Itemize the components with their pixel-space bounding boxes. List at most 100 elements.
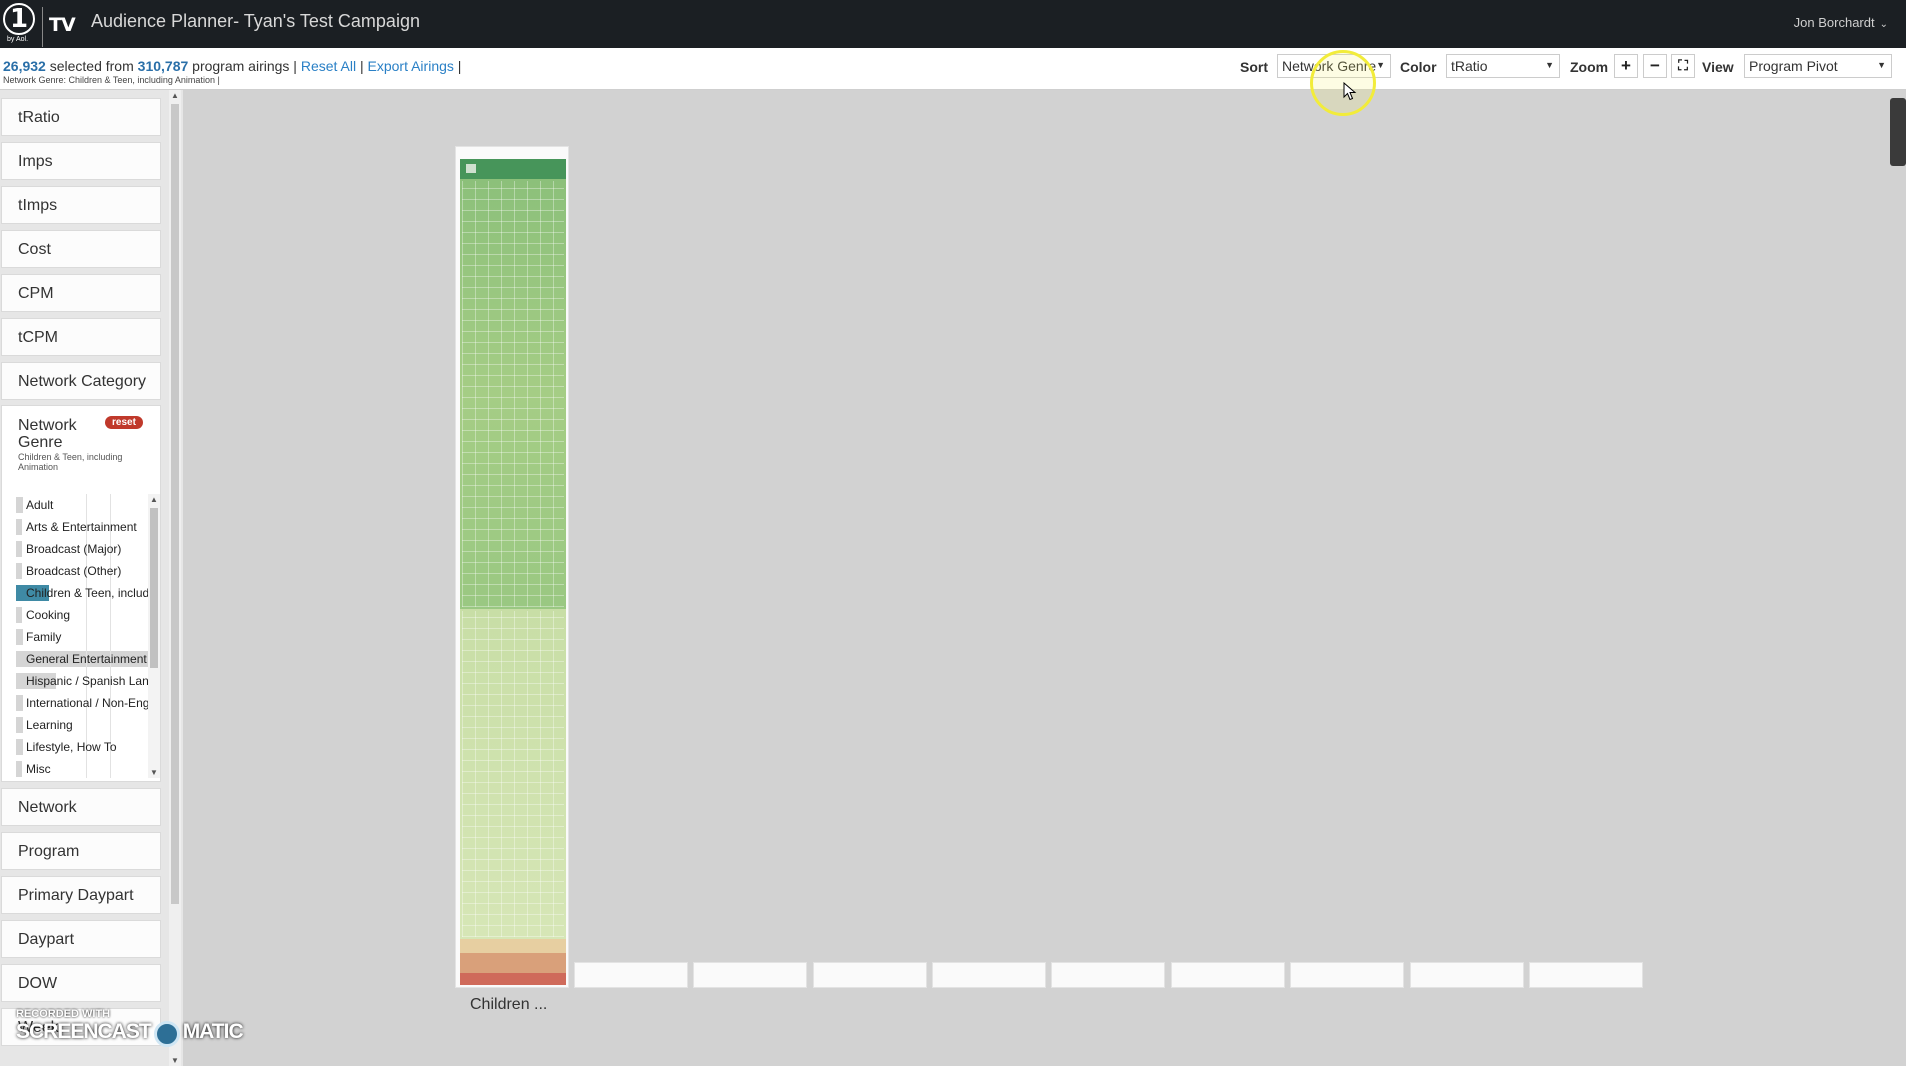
program-tiles-high[interactable] (460, 179, 566, 609)
genre-share-bar (16, 563, 22, 579)
program-tiles-lower[interactable] (460, 953, 566, 973)
sidebar-item-label: Week (18, 1019, 59, 1036)
selected-count: 26,932 (3, 58, 46, 74)
sidebar-scrollbar[interactable]: ▲ ▼ (169, 90, 181, 1066)
zoom-in-button[interactable]: + (1614, 54, 1638, 78)
genre-option[interactable]: Broadcast (Other) (16, 560, 148, 582)
tile-grid (462, 611, 564, 937)
view-label: View (1702, 59, 1734, 75)
genre-option[interactable]: Misc (16, 758, 148, 778)
genre-list-scrollbar[interactable]: ▲ ▼ (148, 494, 160, 778)
grid-line (86, 758, 87, 778)
canvas-scrollbar-thumb[interactable] (1890, 98, 1906, 166)
sort-value: Network Genre (1282, 58, 1377, 74)
genre-share-bar (16, 739, 23, 755)
genre-option[interactable]: Arts & Entertainment (16, 516, 148, 538)
view-select[interactable]: Program Pivot ▼ (1744, 54, 1892, 78)
export-airings-link[interactable]: Export Airings (368, 58, 454, 74)
genre-option-label: General Entertainment (26, 652, 147, 666)
empty-genre-column[interactable] (1410, 962, 1524, 988)
genre-option[interactable]: Cooking (16, 604, 148, 626)
empty-genre-column[interactable] (693, 962, 807, 988)
program-tiles-low[interactable] (460, 939, 566, 953)
sidebar-item-imps[interactable]: Imps (1, 142, 161, 180)
scroll-down-icon[interactable]: ▼ (171, 1056, 179, 1065)
dropdown-arrow-icon: ▼ (1877, 60, 1886, 70)
color-value: tRatio (1451, 58, 1488, 74)
dropdown-arrow-icon: ▼ (1545, 60, 1554, 70)
genre-share-bar (16, 607, 22, 623)
genre-option-label: Children & Teen, including Animation (26, 586, 148, 600)
sidebar-item-daypart[interactable]: Daypart (1, 920, 161, 958)
filter-title[interactable]: Network Genre (18, 417, 98, 451)
empty-genre-column[interactable] (574, 962, 688, 988)
empty-genre-column[interactable] (1529, 962, 1643, 988)
sidebar-item-week[interactable]: Week (1, 1008, 161, 1046)
genre-option[interactable]: General Entertainment (16, 648, 148, 670)
sidebar-item-program[interactable]: Program (1, 832, 161, 870)
sidebar-item-cost[interactable]: Cost (1, 230, 161, 268)
genre-share-bar (16, 695, 23, 711)
reset-all-link[interactable]: Reset All (301, 58, 356, 74)
scroll-up-icon[interactable]: ▲ (171, 91, 179, 100)
minus-icon: − (1650, 56, 1660, 75)
collapse-icon[interactable] (466, 164, 476, 173)
program-tiles-lowest[interactable] (460, 973, 566, 985)
empty-genre-column[interactable] (813, 962, 927, 988)
sidebar-item-label: tRatio (18, 109, 60, 126)
genre-option[interactable]: Adult (16, 494, 148, 516)
color-select[interactable]: tRatio ▼ (1446, 54, 1560, 78)
empty-genre-column[interactable] (1171, 962, 1285, 988)
empty-genre-column[interactable] (1290, 962, 1404, 988)
sidebar-item-tratio[interactable]: tRatio (1, 98, 161, 136)
scroll-up-icon[interactable]: ▲ (150, 495, 158, 504)
genre-option[interactable]: Learning (16, 714, 148, 736)
scroll-down-icon[interactable]: ▼ (150, 768, 158, 777)
user-menu[interactable]: Jon Borchardt ⌄ (1794, 15, 1888, 30)
genre-option[interactable]: Family (16, 626, 148, 648)
scrollbar-thumb[interactable] (150, 508, 158, 668)
reset-filter-button[interactable]: reset (105, 416, 143, 429)
fullscreen-button[interactable]: ⛶ (1671, 54, 1695, 78)
grid-line (86, 714, 87, 736)
sort-select[interactable]: Network Genre ▼ (1277, 54, 1391, 78)
sidebar-item-label: Network Category (18, 373, 147, 390)
genre-share-bar (16, 541, 22, 557)
grid-line (86, 494, 87, 516)
sidebar-item-timps[interactable]: tImps (1, 186, 161, 224)
sidebar-item-dow[interactable]: DOW (1, 964, 161, 1002)
top-bar: 1 by Aol. TV Audience Planner- Tyan's Te… (0, 0, 1906, 48)
genre-option[interactable]: Hispanic / Spanish Language (16, 670, 148, 692)
genre-option[interactable]: Children & Teen, including Animation (16, 582, 148, 604)
sidebar-item-primary-daypart[interactable]: Primary Daypart (1, 876, 161, 914)
sidebar-item-network[interactable]: Network (1, 788, 161, 826)
column-header-tile[interactable] (460, 159, 566, 179)
column-label: Children ... (470, 996, 548, 1013)
app-title: Audience Planner- Tyan's Test Campaign (91, 11, 420, 31)
zoom-out-button[interactable]: − (1643, 54, 1667, 78)
genre-option[interactable]: International / Non-English (16, 692, 148, 714)
genre-option-label: Lifestyle, How To (26, 740, 117, 754)
logo-byline: by Aol. (7, 36, 29, 43)
dropdown-arrow-icon: ▼ (1376, 60, 1385, 70)
program-tiles-mid[interactable] (460, 609, 566, 939)
app-logo[interactable]: 1 by Aol. TV (3, 3, 76, 47)
scrollbar-thumb[interactable] (171, 104, 179, 904)
genre-column-children[interactable] (455, 146, 569, 988)
genre-option-label: International / Non-English (26, 696, 148, 710)
genre-option[interactable]: Broadcast (Major) (16, 538, 148, 560)
grid-line (110, 494, 111, 516)
sidebar-item-tcpm[interactable]: tCPM (1, 318, 161, 356)
pivot-canvas: Children ... (183, 90, 1906, 1066)
empty-genre-column[interactable] (932, 962, 1046, 988)
zoom-label: Zoom (1570, 59, 1609, 75)
grid-line (110, 714, 111, 736)
network-genre-filter: Network Genre reset Children & Teen, inc… (1, 405, 161, 782)
genre-option[interactable]: Lifestyle, How To (16, 736, 148, 758)
empty-genre-column[interactable] (1051, 962, 1165, 988)
sidebar-item-label: DOW (18, 975, 58, 992)
sidebar-item-label: CPM (18, 285, 54, 302)
selected-text: selected from (45, 58, 138, 74)
sidebar-item-cpm[interactable]: CPM (1, 274, 161, 312)
sidebar-item-network-category[interactable]: Network Category (1, 362, 161, 400)
